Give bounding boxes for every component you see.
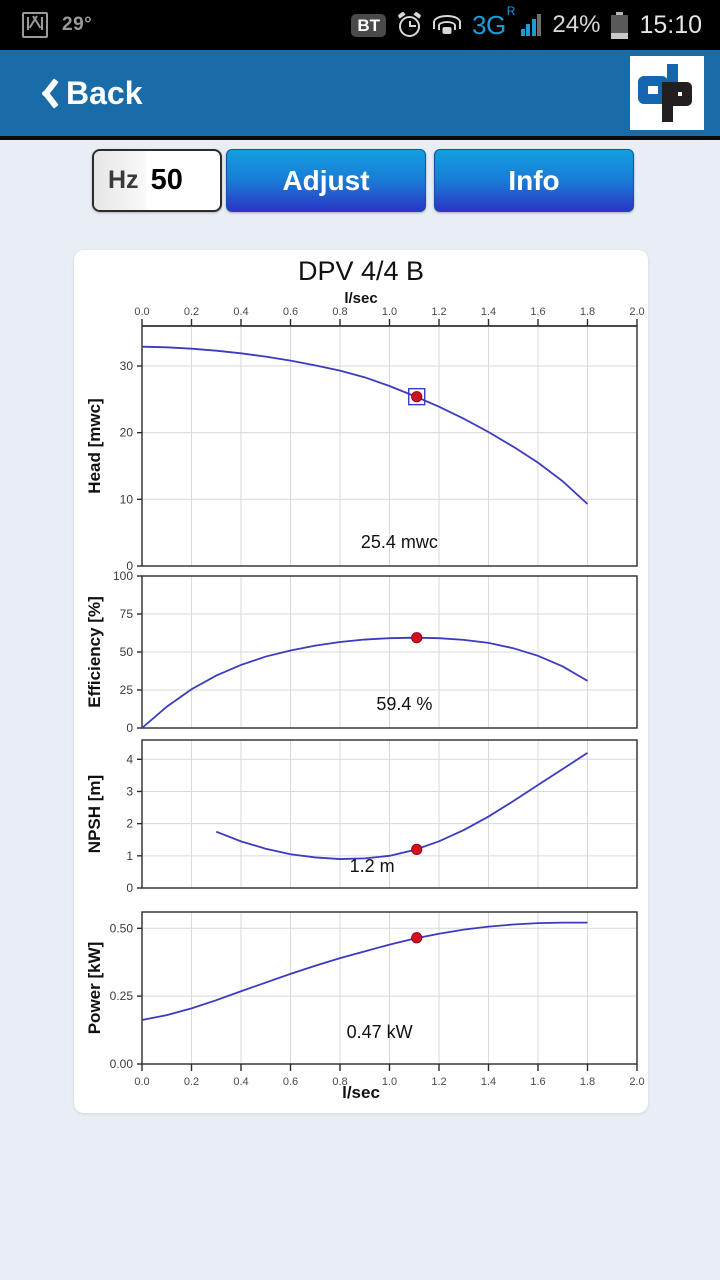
svg-text:0.4: 0.4: [233, 306, 248, 318]
svg-text:75: 75: [120, 607, 134, 621]
screen: 29° BT 3GR 24% 15:10 Back Hz 50 Adjust I…: [0, 0, 720, 1280]
svg-text:1.2 m: 1.2 m: [350, 856, 395, 876]
svg-text:Head [mwc]: Head [mwc]: [85, 398, 104, 493]
svg-text:Efficiency [%]: Efficiency [%]: [85, 596, 104, 707]
svg-text:1.8: 1.8: [580, 306, 595, 318]
svg-text:3: 3: [126, 784, 133, 798]
svg-text:20: 20: [120, 426, 134, 440]
back-button[interactable]: Back: [0, 75, 143, 112]
frequency-unit-label: Hz: [94, 151, 147, 210]
svg-text:Power [kW]: Power [kW]: [85, 942, 104, 1035]
svg-text:0.00: 0.00: [110, 1057, 134, 1071]
svg-text:1.0: 1.0: [382, 306, 397, 318]
svg-text:30: 30: [120, 359, 134, 373]
frequency-field[interactable]: Hz 50: [92, 149, 222, 212]
svg-text:1.6: 1.6: [530, 306, 545, 318]
svg-text:1.4: 1.4: [481, 306, 496, 318]
svg-text:4: 4: [126, 752, 133, 766]
svg-text:0.0: 0.0: [134, 306, 149, 318]
network-roaming-label: R: [506, 3, 516, 18]
dp-logo: [630, 56, 704, 130]
gmail-icon: [22, 12, 48, 38]
toolbar: Hz 50 Adjust Info: [0, 149, 720, 215]
svg-text:25.4 mwc: 25.4 mwc: [361, 532, 438, 552]
frequency-value: 50: [150, 164, 183, 196]
app-bar: Back: [0, 50, 720, 136]
alarm-clock-icon: [397, 10, 422, 38]
svg-text:0.8: 0.8: [332, 306, 347, 318]
svg-text:1.2: 1.2: [431, 306, 446, 318]
svg-text:0.47 kW: 0.47 kW: [347, 1022, 413, 1042]
bottom-axis-label: l/sec: [342, 1083, 380, 1102]
status-bar: 29° BT 3GR 24% 15:10: [0, 0, 720, 50]
network-type-text: 3GR: [472, 4, 515, 41]
svg-text:0.6: 0.6: [283, 306, 298, 318]
svg-text:59.4 %: 59.4 %: [376, 694, 432, 714]
svg-text:NPSH [m]: NPSH [m]: [85, 775, 104, 853]
pump-curve-card: DPV 4/4 B l/sec 0.0 0.2 0.4 0.6 0.8 1.0 1.2 1.4…: [74, 250, 648, 1113]
svg-text:2.0: 2.0: [629, 306, 644, 318]
network-label: 3G: [472, 9, 506, 40]
svg-text:25: 25: [120, 683, 134, 697]
bluetooth-icon: BT: [351, 13, 387, 37]
adjust-button[interactable]: Adjust: [226, 149, 426, 212]
temperature-text: 29°: [62, 14, 93, 35]
svg-text:0.25: 0.25: [110, 989, 134, 1003]
svg-text:0.2: 0.2: [184, 306, 199, 318]
svg-text:10: 10: [120, 492, 134, 506]
wifi-icon: [433, 14, 462, 36]
status-bar-right: BT 3GR 24% 15:10: [351, 4, 720, 41]
svg-text:0.50: 0.50: [110, 921, 134, 935]
svg-text:0: 0: [126, 721, 133, 735]
status-bar-left: 29°: [0, 12, 92, 38]
svg-text:1: 1: [126, 849, 133, 863]
battery-icon: [611, 11, 629, 39]
back-button-label: Back: [66, 74, 143, 111]
battery-percent-text: 24%: [552, 11, 601, 38]
svg-text:0: 0: [126, 881, 133, 895]
svg-text:50: 50: [120, 645, 134, 659]
chevron-left-icon: [32, 76, 54, 110]
svg-text:2: 2: [126, 817, 133, 831]
svg-text:100: 100: [113, 569, 133, 583]
info-button[interactable]: Info: [434, 149, 634, 212]
app-bar-divider: [0, 136, 720, 140]
clock-text: 15:10: [639, 10, 702, 39]
signal-bars-icon: [520, 14, 542, 36]
charts-svg: 0.0 0.2 0.4 0.6 0.8 1.0 1.2 1.4 1.6 1.8 2.00102030…: [85, 306, 645, 1088]
